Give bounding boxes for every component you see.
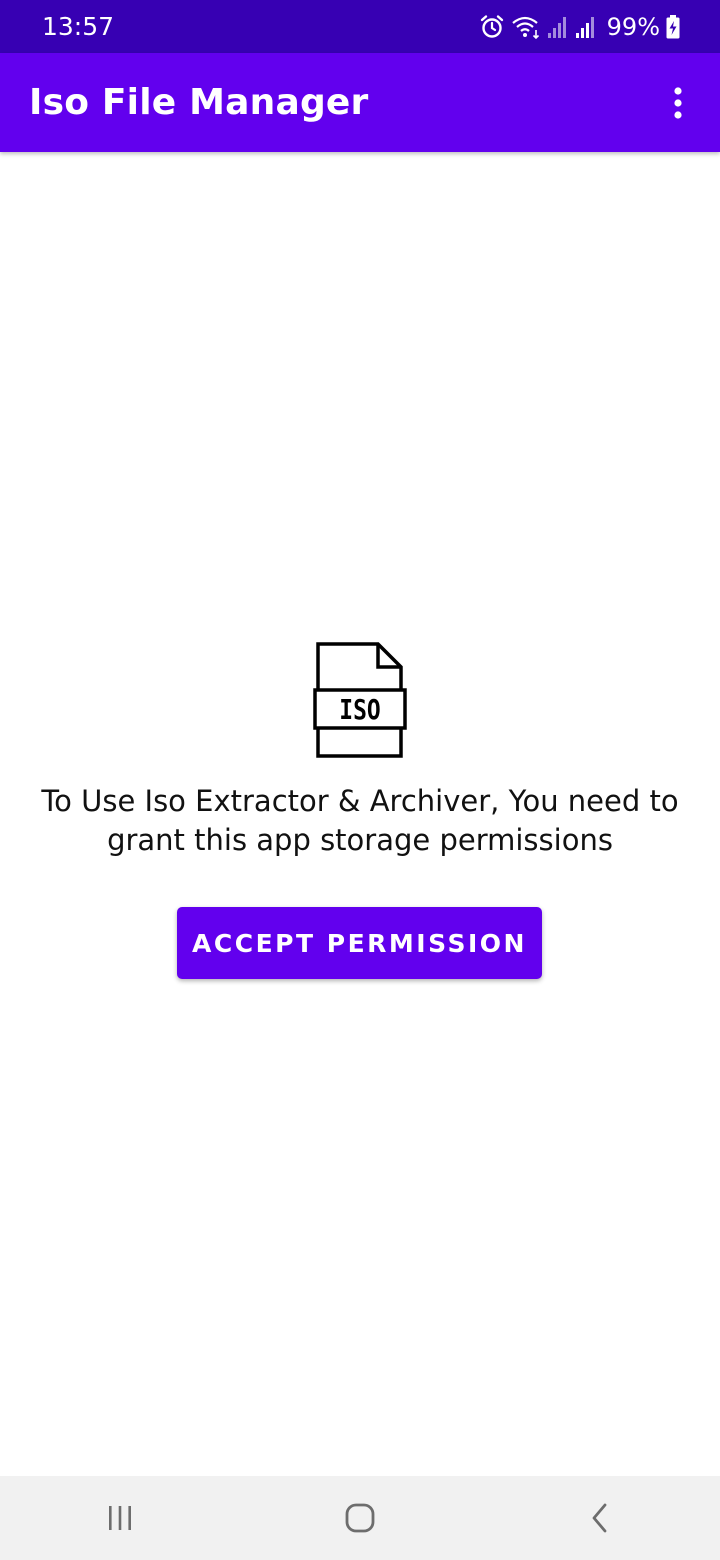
back-icon xyxy=(592,1503,607,1533)
wifi-icon xyxy=(511,14,541,40)
app-title: Iso File Manager xyxy=(29,82,369,123)
signal-icon xyxy=(575,15,597,39)
iso-file-icon: ISO xyxy=(310,642,410,760)
status-icons: 99% xyxy=(479,13,680,41)
alarm-icon xyxy=(479,14,505,40)
signal-icon xyxy=(547,15,569,39)
permission-message: To Use Iso Extractor & Archiver, You nee… xyxy=(41,784,679,857)
iso-icon-label: ISO xyxy=(339,694,380,727)
battery-percentage: 99% xyxy=(606,12,660,41)
recent-apps-icon xyxy=(109,1506,131,1530)
home-button[interactable] xyxy=(300,1476,420,1560)
status-time: 13:57 xyxy=(42,12,115,41)
battery-charging-icon xyxy=(666,14,680,39)
accept-permission-button[interactable]: ACCEPT PERMISSION xyxy=(177,907,542,979)
app-bar: Iso File Manager xyxy=(0,53,720,152)
recent-apps-button[interactable] xyxy=(60,1476,180,1560)
navigation-bar xyxy=(0,1476,720,1560)
back-button[interactable] xyxy=(540,1476,660,1560)
status-bar: 13:57 99% xyxy=(0,0,720,53)
permission-screen: ISO To Use Iso Extractor & Archiver, You… xyxy=(0,152,720,1476)
home-icon xyxy=(345,1503,375,1533)
overflow-menu-button[interactable] xyxy=(658,73,698,133)
more-vert-icon xyxy=(674,86,682,119)
